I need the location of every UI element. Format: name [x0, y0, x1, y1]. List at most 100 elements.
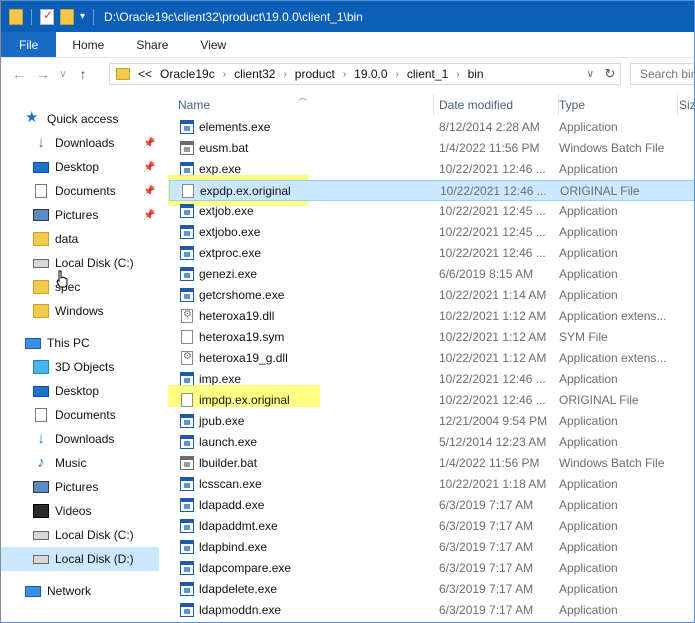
file-row[interactable]: heteroxa19.sym 10/22/2021 1:12 AM SYM File: [169, 327, 694, 348]
breadcrumb-overflow[interactable]: <<: [138, 67, 152, 81]
navigation-pane: ★ Quick access ↓ Downloads 📌 Desktop 📌 D…: [1, 90, 159, 622]
breadcrumb-item[interactable]: Oracle19c: [160, 67, 215, 81]
pin-icon[interactable]: 📌: [143, 162, 155, 173]
file-type: Application: [559, 162, 618, 176]
file-row[interactable]: ldapadd.exe 6/3/2019 7:17 AM Application: [169, 495, 694, 516]
file-row[interactable]: ldapaddmt.exe 6/3/2019 7:17 AM Application: [169, 516, 694, 537]
column-header-size[interactable]: Size: [679, 94, 694, 116]
file-date-modified: 12/21/2004 9:54 PM: [439, 414, 548, 428]
sidebar-item-downloads[interactable]: ↓ Downloads 📌: [1, 131, 159, 155]
recent-locations-icon[interactable]: ∨: [55, 69, 71, 80]
address-bar[interactable]: << Oracle19c › client32 › product › 19.0…: [109, 63, 621, 85]
file-row[interactable]: ldapdelete.exe 6/3/2019 7:17 AM Applicatio…: [169, 579, 694, 600]
forward-arrow-icon[interactable]: →: [31, 66, 55, 82]
file-row[interactable]: extproc.exe 10/22/2021 12:46 ... Applicati…: [169, 243, 694, 264]
sidebar-item-label: Downloads: [55, 432, 115, 446]
sidebar-item-desktop[interactable]: Desktop 📌: [1, 155, 159, 179]
refresh-icon[interactable]: ↻: [602, 66, 618, 82]
pin-icon[interactable]: 📌: [143, 138, 155, 149]
file-row[interactable]: launch.exe 5/12/2014 12:23 AM Application: [169, 432, 694, 453]
customize-toolbar-icon[interactable]: ▾: [80, 11, 85, 22]
properties-icon[interactable]: [40, 8, 54, 25]
sidebar-item-music[interactable]: ♪ Music: [1, 451, 159, 475]
folder-icon: [33, 280, 49, 294]
up-arrow-icon[interactable]: ↑: [71, 66, 95, 82]
file-date-modified: 6/3/2019 7:17 AM: [439, 582, 534, 596]
tab-home[interactable]: Home: [56, 32, 120, 57]
sidebar-item-downloads[interactable]: ↓ Downloads: [1, 427, 159, 451]
file-row[interactable]: eusm.bat 1/4/2022 11:56 PM Windows Batch F…: [169, 138, 694, 159]
address-dropdown-icon[interactable]: ∨: [587, 69, 594, 80]
file-row[interactable]: lbuilder.bat 1/4/2022 11:56 PM Windows Bat…: [169, 453, 694, 474]
file-row[interactable]: extjobo.exe 10/22/2021 12:45 ... Applicati…: [169, 222, 694, 243]
search-input[interactable]: Search bin: [630, 63, 694, 85]
sidebar-item-documents[interactable]: Documents 📌: [1, 179, 159, 203]
tab-file[interactable]: File: [1, 32, 57, 57]
file-row[interactable]: impdp.ex.original 10/22/2021 12:46 ... ORI…: [169, 390, 694, 411]
file-row[interactable]: expdp.ex.original 10/22/2021 12:46 ... ORI…: [169, 180, 694, 201]
back-arrow-icon[interactable]: ←: [7, 66, 31, 82]
sidebar-item-local-disk-c[interactable]: Local Disk (C:): [1, 523, 159, 547]
breadcrumb-item[interactable]: 19.0.0: [354, 67, 387, 81]
file-type: Application: [559, 120, 618, 134]
column-header-type[interactable]: Type: [559, 94, 678, 116]
file-date-modified: 10/22/2021 1:12 AM: [439, 351, 547, 365]
column-headers: Name Date modified Type Size: [159, 94, 694, 116]
file-row[interactable]: heteroxa19.dll 10/22/2021 1:12 AM Applicat…: [169, 306, 694, 327]
file-row[interactable]: heteroxa19_g.dll 10/22/2021 1:12 AM Applic…: [169, 348, 694, 369]
file-row[interactable]: ldapmoddn.exe 6/3/2019 7:17 AM Application: [169, 600, 694, 621]
pin-icon[interactable]: 📌: [143, 186, 155, 197]
chevron-right-icon[interactable]: ›: [456, 69, 459, 80]
sidebar-item-label: Network: [47, 584, 92, 598]
file-row[interactable]: genezi.exe 6/6/2019 8:15 AM Application: [169, 264, 694, 285]
file-row[interactable]: extjob.exe 10/22/2021 12:45 ... Applicatio…: [169, 201, 694, 222]
sidebar-item-this-pc[interactable]: This PC: [1, 331, 159, 355]
file-row[interactable]: jpub.exe 12/21/2004 9:54 PM Application: [169, 411, 694, 432]
sidebar-item-3d-objects[interactable]: 3D Objects: [1, 355, 159, 379]
sidebar-item-local-disk-c[interactable]: Local Disk (C:): [1, 251, 159, 275]
pin-icon[interactable]: 📌: [143, 210, 155, 221]
breadcrumb-item[interactable]: client32: [234, 67, 275, 81]
file-row[interactable]: getcrshome.exe 10/22/2021 1:14 AM Applicat…: [169, 285, 694, 306]
chevron-right-icon[interactable]: ›: [223, 69, 226, 80]
sidebar-item-videos[interactable]: Videos: [1, 499, 159, 523]
file-name: extjob.exe: [199, 204, 254, 218]
sidebar-item-windows[interactable]: Windows: [1, 299, 159, 323]
sidebar-item-local-disk-d[interactable]: Local Disk (D:): [1, 547, 159, 571]
sidebar-item-pictures[interactable]: Pictures 📌: [1, 203, 159, 227]
column-header-date-modified[interactable]: Date modified: [439, 94, 559, 116]
folder-icon: [116, 68, 130, 80]
sidebar-item-spec[interactable]: spec: [1, 275, 159, 299]
sidebar-item-pictures[interactable]: Pictures: [1, 475, 159, 499]
sidebar-item-data[interactable]: data: [1, 227, 159, 251]
chevron-right-icon[interactable]: ›: [343, 69, 346, 80]
file-row[interactable]: ldapcompare.exe 6/3/2019 7:17 AM Applicati…: [169, 558, 694, 579]
breadcrumb-item[interactable]: product: [295, 67, 335, 81]
file-row[interactable]: elements.exe 8/12/2014 2:28 AM Application: [169, 117, 694, 138]
file-name: lcsscan.exe: [199, 477, 262, 491]
tab-share[interactable]: Share: [120, 32, 184, 57]
tab-view[interactable]: View: [184, 32, 242, 57]
chevron-right-icon[interactable]: ›: [283, 69, 286, 80]
chevron-right-icon[interactable]: ›: [396, 69, 399, 80]
pictures-icon: [33, 209, 49, 221]
sidebar-item-label: Local Disk (C:): [55, 256, 134, 270]
file-row[interactable]: ldapbind.exe 6/3/2019 7:17 AM Application: [169, 537, 694, 558]
breadcrumb-item[interactable]: bin: [468, 67, 484, 81]
sidebar-item-label: Downloads: [55, 136, 115, 150]
sidebar-item-quick-access[interactable]: ★ Quick access: [1, 107, 159, 131]
title-bar: ▾ D:\Oracle19c\client32\product\19.0.0\c…: [1, 1, 694, 32]
breadcrumb-item[interactable]: client_1: [407, 67, 448, 81]
sidebar-item-documents[interactable]: Documents: [1, 403, 159, 427]
sidebar-item-label: Documents: [55, 408, 116, 422]
file-row[interactable]: lcsscan.exe 10/22/2021 1:18 AM Application: [169, 474, 694, 495]
file-date-modified: 10/22/2021 1:12 AM: [439, 330, 547, 344]
file-date-modified: 10/22/2021 12:45 ...: [439, 225, 546, 239]
quick-access-toolbar: ▾: [9, 8, 96, 25]
column-header-name[interactable]: Name: [178, 94, 434, 116]
sidebar-item-network[interactable]: Network: [1, 579, 159, 603]
sidebar-item-desktop[interactable]: Desktop: [1, 379, 159, 403]
file-name: lbuilder.bat: [199, 456, 258, 470]
file-name: expdp.ex.original: [200, 184, 291, 198]
new-folder-icon[interactable]: [60, 8, 74, 25]
